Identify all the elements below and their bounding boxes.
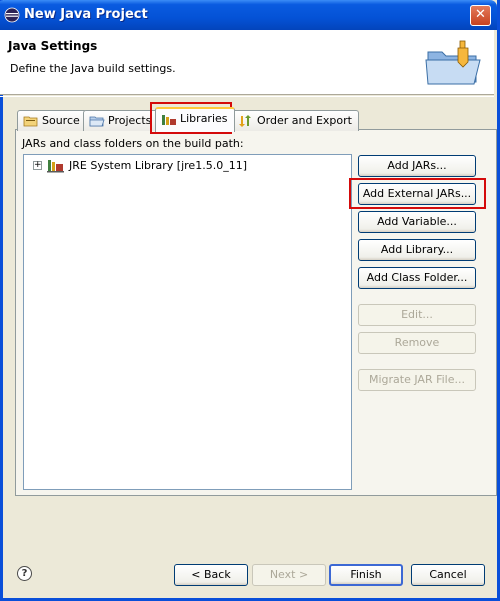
tab-order-and-export[interactable]: Order and Export: [232, 110, 359, 131]
window-title: New Java Project: [24, 7, 148, 22]
list-item[interactable]: + JRE System Library [jre1.5.0_11]: [24, 155, 351, 175]
tab-projects[interactable]: Projects: [83, 110, 159, 131]
tree-expand-icon[interactable]: +: [33, 161, 42, 170]
help-icon[interactable]: ?: [17, 566, 32, 581]
next-button[interactable]: Next >: [252, 564, 326, 586]
build-path-list[interactable]: + JRE System Library [jre1.5.0_11]: [23, 154, 352, 490]
close-button[interactable]: ✕: [470, 5, 491, 26]
order-export-icon: [239, 115, 251, 127]
build-path-caption: JARs and class folders on the build path…: [22, 137, 244, 150]
add-variable-button[interactable]: Add Variable...: [358, 211, 476, 233]
add-external-jars-highlight: [349, 178, 486, 209]
add-class-folder-button[interactable]: Add Class Folder...: [358, 267, 476, 289]
library-icon: [47, 160, 64, 173]
java-project-folder-icon: [425, 40, 481, 85]
libraries-icon: [162, 115, 176, 125]
tab-source-label: Source: [42, 114, 80, 127]
add-library-button[interactable]: Add Library...: [358, 239, 476, 261]
source-folder-icon: [23, 116, 38, 127]
back-button[interactable]: < Back: [174, 564, 248, 586]
tab-source[interactable]: Source: [17, 110, 87, 131]
cancel-button[interactable]: Cancel: [411, 564, 485, 586]
eclipse-icon: [4, 7, 20, 23]
tab-projects-label: Projects: [108, 114, 152, 127]
edit-button[interactable]: Edit...: [358, 304, 476, 326]
header-separator: [0, 96, 494, 97]
jre-library-label: JRE System Library [jre1.5.0_11]: [69, 159, 247, 172]
wizard-header: Java Settings Define the Java build sett…: [0, 30, 494, 95]
page-title: Java Settings: [8, 39, 98, 53]
migrate-jar-button[interactable]: Migrate JAR File...: [358, 369, 476, 391]
page-description: Define the Java build settings.: [10, 62, 176, 75]
add-jars-button[interactable]: Add JARs...: [358, 155, 476, 177]
title-bar[interactable]: New Java Project ✕: [0, 0, 497, 30]
finish-button[interactable]: Finish: [329, 564, 403, 586]
projects-folder-icon: [89, 116, 105, 127]
tab-libraries-label: Libraries: [180, 112, 228, 125]
tab-order-and-export-label: Order and Export: [257, 114, 352, 127]
tab-libraries[interactable]: Libraries: [155, 107, 235, 132]
remove-button[interactable]: Remove: [358, 332, 476, 354]
